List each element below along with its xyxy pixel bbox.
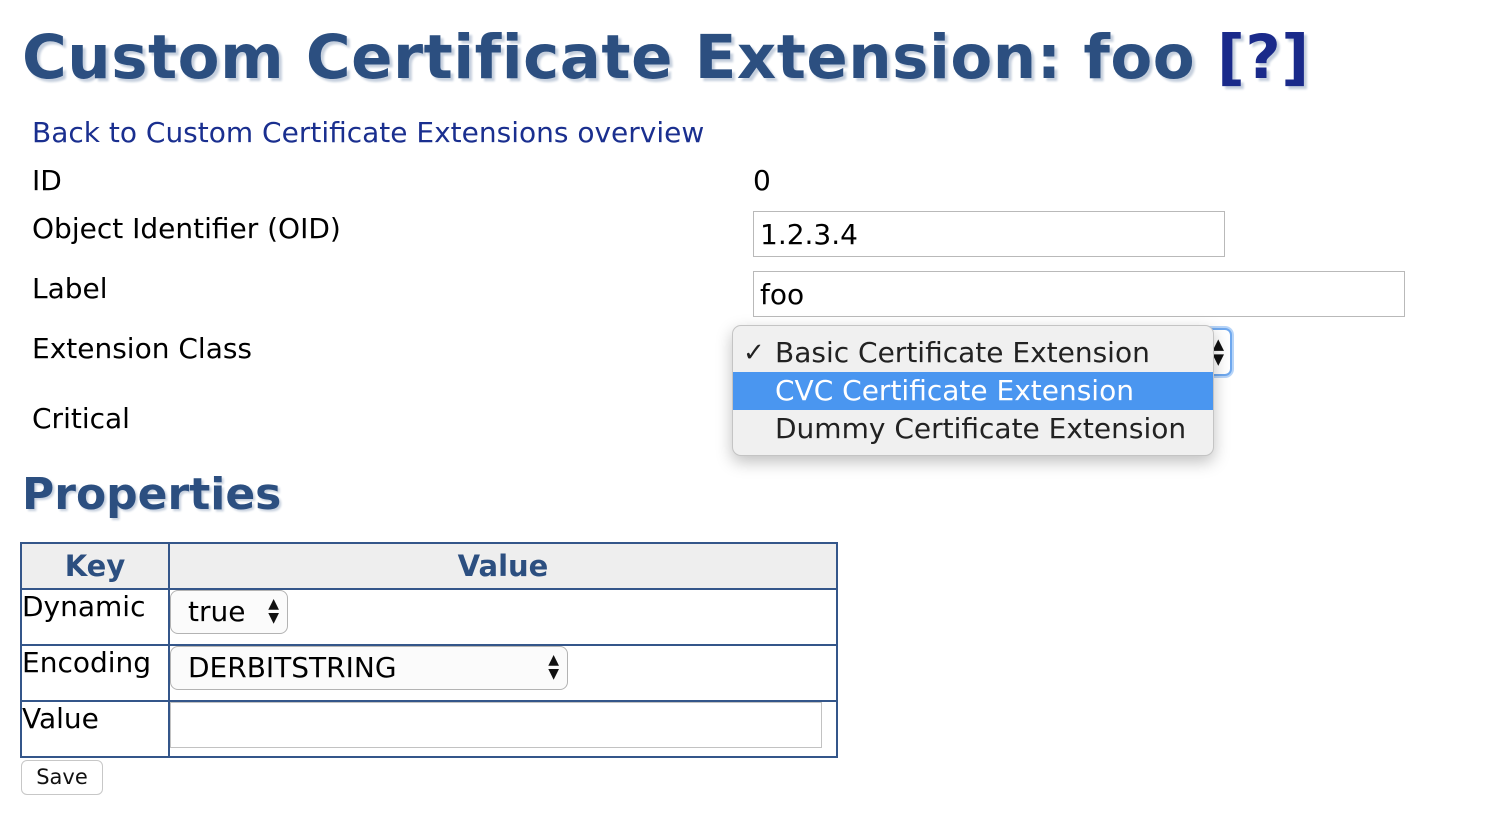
back-to-overview-link[interactable]: Back to Custom Certificate Extensions ov… <box>32 113 704 153</box>
dropdown-option-dummy[interactable]: Dummy Certificate Extension <box>733 410 1213 448</box>
column-header-value: Value <box>168 542 838 590</box>
critical-label: Critical <box>32 402 130 435</box>
table-row: Value <box>20 700 838 758</box>
row-value-cell <box>168 700 838 758</box>
row-key-value: Value <box>20 700 170 758</box>
table-row: Encoding DERBITSTRING ▲ ▼ <box>20 644 838 702</box>
updown-arrows-icon: ▲ ▼ <box>1212 335 1224 368</box>
dropdown-option-label: Dummy Certificate Extension <box>775 412 1187 445</box>
oid-input[interactable] <box>753 211 1225 257</box>
row-key-dynamic: Dynamic <box>20 588 170 646</box>
help-link[interactable]: [?] <box>1217 22 1310 93</box>
dropdown-option-cvc[interactable]: CVC Certificate Extension <box>733 372 1213 410</box>
row-value-cell: true ▲ ▼ <box>168 588 838 646</box>
updown-arrows-icon: ▲ ▼ <box>548 652 559 682</box>
value-input[interactable] <box>170 702 822 748</box>
label-input[interactable] <box>753 271 1405 317</box>
dropdown-option-label: CVC Certificate Extension <box>775 374 1134 407</box>
label-label: Label <box>32 272 108 305</box>
updown-arrows-icon: ▲ ▼ <box>268 596 279 626</box>
row-key-encoding: Encoding <box>20 644 170 702</box>
dynamic-select[interactable]: true ▲ ▼ <box>170 590 288 634</box>
table-row: Dynamic true ▲ ▼ <box>20 588 838 646</box>
encoding-select[interactable]: DERBITSTRING ▲ ▼ <box>170 646 568 690</box>
checkmark-icon: ✓ <box>743 338 765 368</box>
extension-class-dropdown: ✓ Basic Certificate Extension CVC Certif… <box>732 325 1214 456</box>
column-header-key: Key <box>20 542 170 590</box>
save-button[interactable]: Save <box>21 760 103 795</box>
oid-label: Object Identifier (OID) <box>32 212 341 245</box>
extension-class-label: Extension Class <box>32 332 253 365</box>
properties-table: Key Value Dynamic true ▲ ▼ Encoding DERBI… <box>20 542 838 758</box>
table-header-row: Key Value <box>20 542 838 590</box>
page-title: Custom Certificate Extension: foo [?] <box>22 22 1310 94</box>
id-value: 0 <box>753 164 771 197</box>
row-value-cell: DERBITSTRING ▲ ▼ <box>168 644 838 702</box>
dropdown-option-label: Basic Certificate Extension <box>775 336 1150 369</box>
properties-heading: Properties <box>22 469 282 520</box>
page-title-text: Custom Certificate Extension: foo <box>22 22 1196 93</box>
encoding-select-value: DERBITSTRING <box>188 651 397 684</box>
id-label: ID <box>32 164 62 197</box>
dynamic-select-value: true <box>188 595 246 628</box>
dropdown-option-basic[interactable]: ✓ Basic Certificate Extension <box>733 334 1213 372</box>
